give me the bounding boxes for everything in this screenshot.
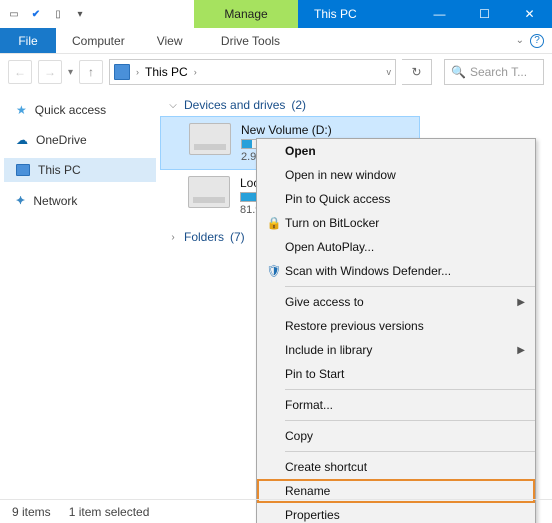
ctx-create-shortcut[interactable]: Create shortcut	[257, 455, 535, 479]
ribbon-tabs: File Computer View Drive Tools ⌄ ?	[0, 28, 552, 54]
separator	[285, 420, 535, 421]
tab-view[interactable]: View	[141, 28, 199, 53]
ctx-include-library[interactable]: Include in library▶	[257, 338, 535, 362]
chevron-right-icon: ›	[168, 232, 178, 243]
ctx-bitlocker[interactable]: 🔒Turn on BitLocker	[257, 211, 535, 235]
ctx-autoplay[interactable]: Open AutoPlay...	[257, 235, 535, 259]
pc-icon	[16, 164, 30, 176]
ribbon-collapse-icon[interactable]: ⌄	[516, 35, 524, 46]
qat-dropdown-icon[interactable]: ▾	[72, 6, 88, 22]
history-dropdown-icon[interactable]: ▾	[68, 67, 73, 78]
file-explorer-window: ▭ ✔ ▯ ▾ Manage This PC — ☐ ✕ File Comput…	[0, 0, 552, 523]
titlebar: ▭ ✔ ▯ ▾ Manage This PC — ☐ ✕	[0, 0, 552, 28]
maximize-button[interactable]: ☐	[462, 0, 507, 28]
file-menu-button[interactable]: File	[0, 28, 56, 53]
nav-label: Network	[33, 194, 77, 208]
address-row: ← → ▾ ↑ › This PC › v ↻ 🔍 Search T...	[0, 54, 552, 90]
search-placeholder: Search T...	[470, 65, 527, 79]
up-button[interactable]: ↑	[79, 60, 103, 84]
item-count: 9 items	[12, 505, 51, 519]
quick-access-toolbar: ▭ ✔ ▯ ▾	[0, 0, 94, 28]
chevron-right-icon[interactable]: ›	[136, 67, 139, 77]
star-icon: ★	[16, 103, 27, 117]
search-icon: 🔍	[451, 65, 466, 79]
ctx-open-new-window[interactable]: Open in new window	[257, 163, 535, 187]
titlebar-middle: Manage This PC	[94, 0, 417, 28]
drive-icon	[188, 176, 230, 208]
ctx-pin-start[interactable]: Pin to Start	[257, 362, 535, 386]
ctx-defender[interactable]: 🛡Scan with Windows Defender...	[257, 259, 535, 283]
app-icon: ▭	[6, 6, 22, 22]
cloud-icon: ☁	[16, 133, 28, 147]
submenu-arrow-icon: ▶	[517, 297, 525, 308]
ribbon-help: ⌄ ?	[516, 28, 552, 53]
nav-pane: ★ Quick access ☁ OneDrive This PC ⯌ Netw…	[0, 90, 160, 494]
window-controls: — ☐ ✕	[417, 0, 552, 28]
window-title: This PC	[298, 0, 417, 28]
tab-drive-tools[interactable]: Drive Tools	[198, 28, 302, 53]
nav-label: Quick access	[35, 103, 106, 117]
help-icon[interactable]: ?	[530, 34, 544, 48]
section-label: Devices and drives	[184, 98, 285, 112]
nav-this-pc[interactable]: This PC	[4, 158, 156, 182]
section-devices[interactable]: ⌵ Devices and drives (2)	[160, 94, 552, 116]
ctx-restore-versions[interactable]: Restore previous versions	[257, 314, 535, 338]
ctx-copy[interactable]: Copy	[257, 424, 535, 448]
forward-button[interactable]: →	[38, 60, 62, 84]
status-bar: 9 items 1 item selected	[0, 499, 552, 523]
ctx-format[interactable]: Format...	[257, 393, 535, 417]
pc-icon	[114, 64, 130, 80]
tab-computer[interactable]: Computer	[56, 28, 141, 53]
nav-label: This PC	[38, 163, 81, 177]
nav-network[interactable]: ⯌ Network	[4, 188, 156, 213]
drive-icon	[189, 123, 231, 155]
close-button[interactable]: ✕	[507, 0, 552, 28]
separator	[285, 286, 535, 287]
separator	[285, 451, 535, 452]
shield-icon: 🛡	[263, 264, 285, 278]
ctx-pin-quick-access[interactable]: Pin to Quick access	[257, 187, 535, 211]
selection-count: 1 item selected	[69, 505, 150, 519]
search-input[interactable]: 🔍 Search T...	[444, 59, 544, 85]
minimize-button[interactable]: —	[417, 0, 462, 28]
qat-item-icon[interactable]: ▯	[50, 6, 66, 22]
nav-quick-access[interactable]: ★ Quick access	[4, 98, 156, 122]
submenu-arrow-icon: ▶	[517, 345, 525, 356]
breadcrumb-root[interactable]: This PC	[145, 65, 188, 79]
ribbon-context-tab[interactable]: Manage	[194, 0, 298, 28]
nav-onedrive[interactable]: ☁ OneDrive	[4, 128, 156, 152]
chevron-down-icon: ⌵	[168, 100, 178, 111]
section-count: (2)	[291, 98, 306, 112]
ctx-open[interactable]: Open	[257, 139, 535, 163]
back-button[interactable]: ←	[8, 60, 32, 84]
address-bar[interactable]: › This PC › v	[109, 59, 396, 85]
section-count: (7)	[230, 230, 245, 244]
nav-label: OneDrive	[36, 133, 87, 147]
network-icon: ⯌	[16, 193, 25, 208]
section-label: Folders	[184, 230, 224, 244]
ctx-give-access[interactable]: Give access to▶	[257, 290, 535, 314]
separator	[285, 389, 535, 390]
drive-name: New Volume (D:)	[241, 123, 409, 137]
checkmark-icon[interactable]: ✔	[28, 6, 44, 22]
chevron-right-icon[interactable]: ›	[194, 67, 197, 77]
context-menu: Open Open in new window Pin to Quick acc…	[256, 138, 536, 523]
refresh-button[interactable]: ↻	[402, 59, 432, 85]
address-dropdown-icon[interactable]: v	[387, 67, 392, 77]
bitlocker-icon: 🔒	[263, 216, 285, 230]
